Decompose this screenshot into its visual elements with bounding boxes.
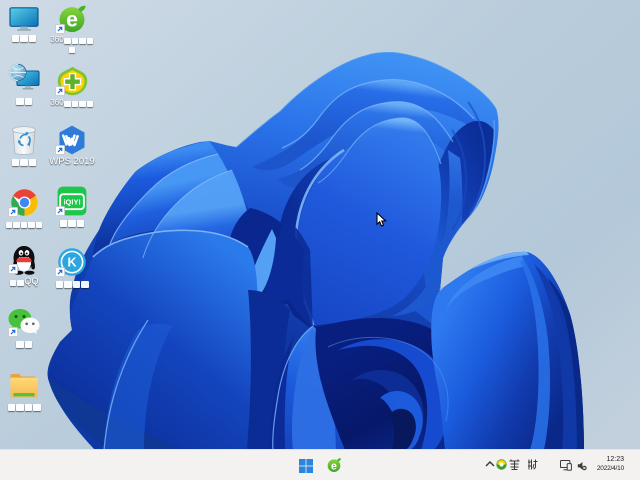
svg-text:e: e [66, 8, 78, 32]
svg-text:K: K [67, 255, 76, 269]
svg-text:e: e [331, 460, 337, 472]
svg-text:iQIYI: iQIYI [63, 197, 80, 206]
